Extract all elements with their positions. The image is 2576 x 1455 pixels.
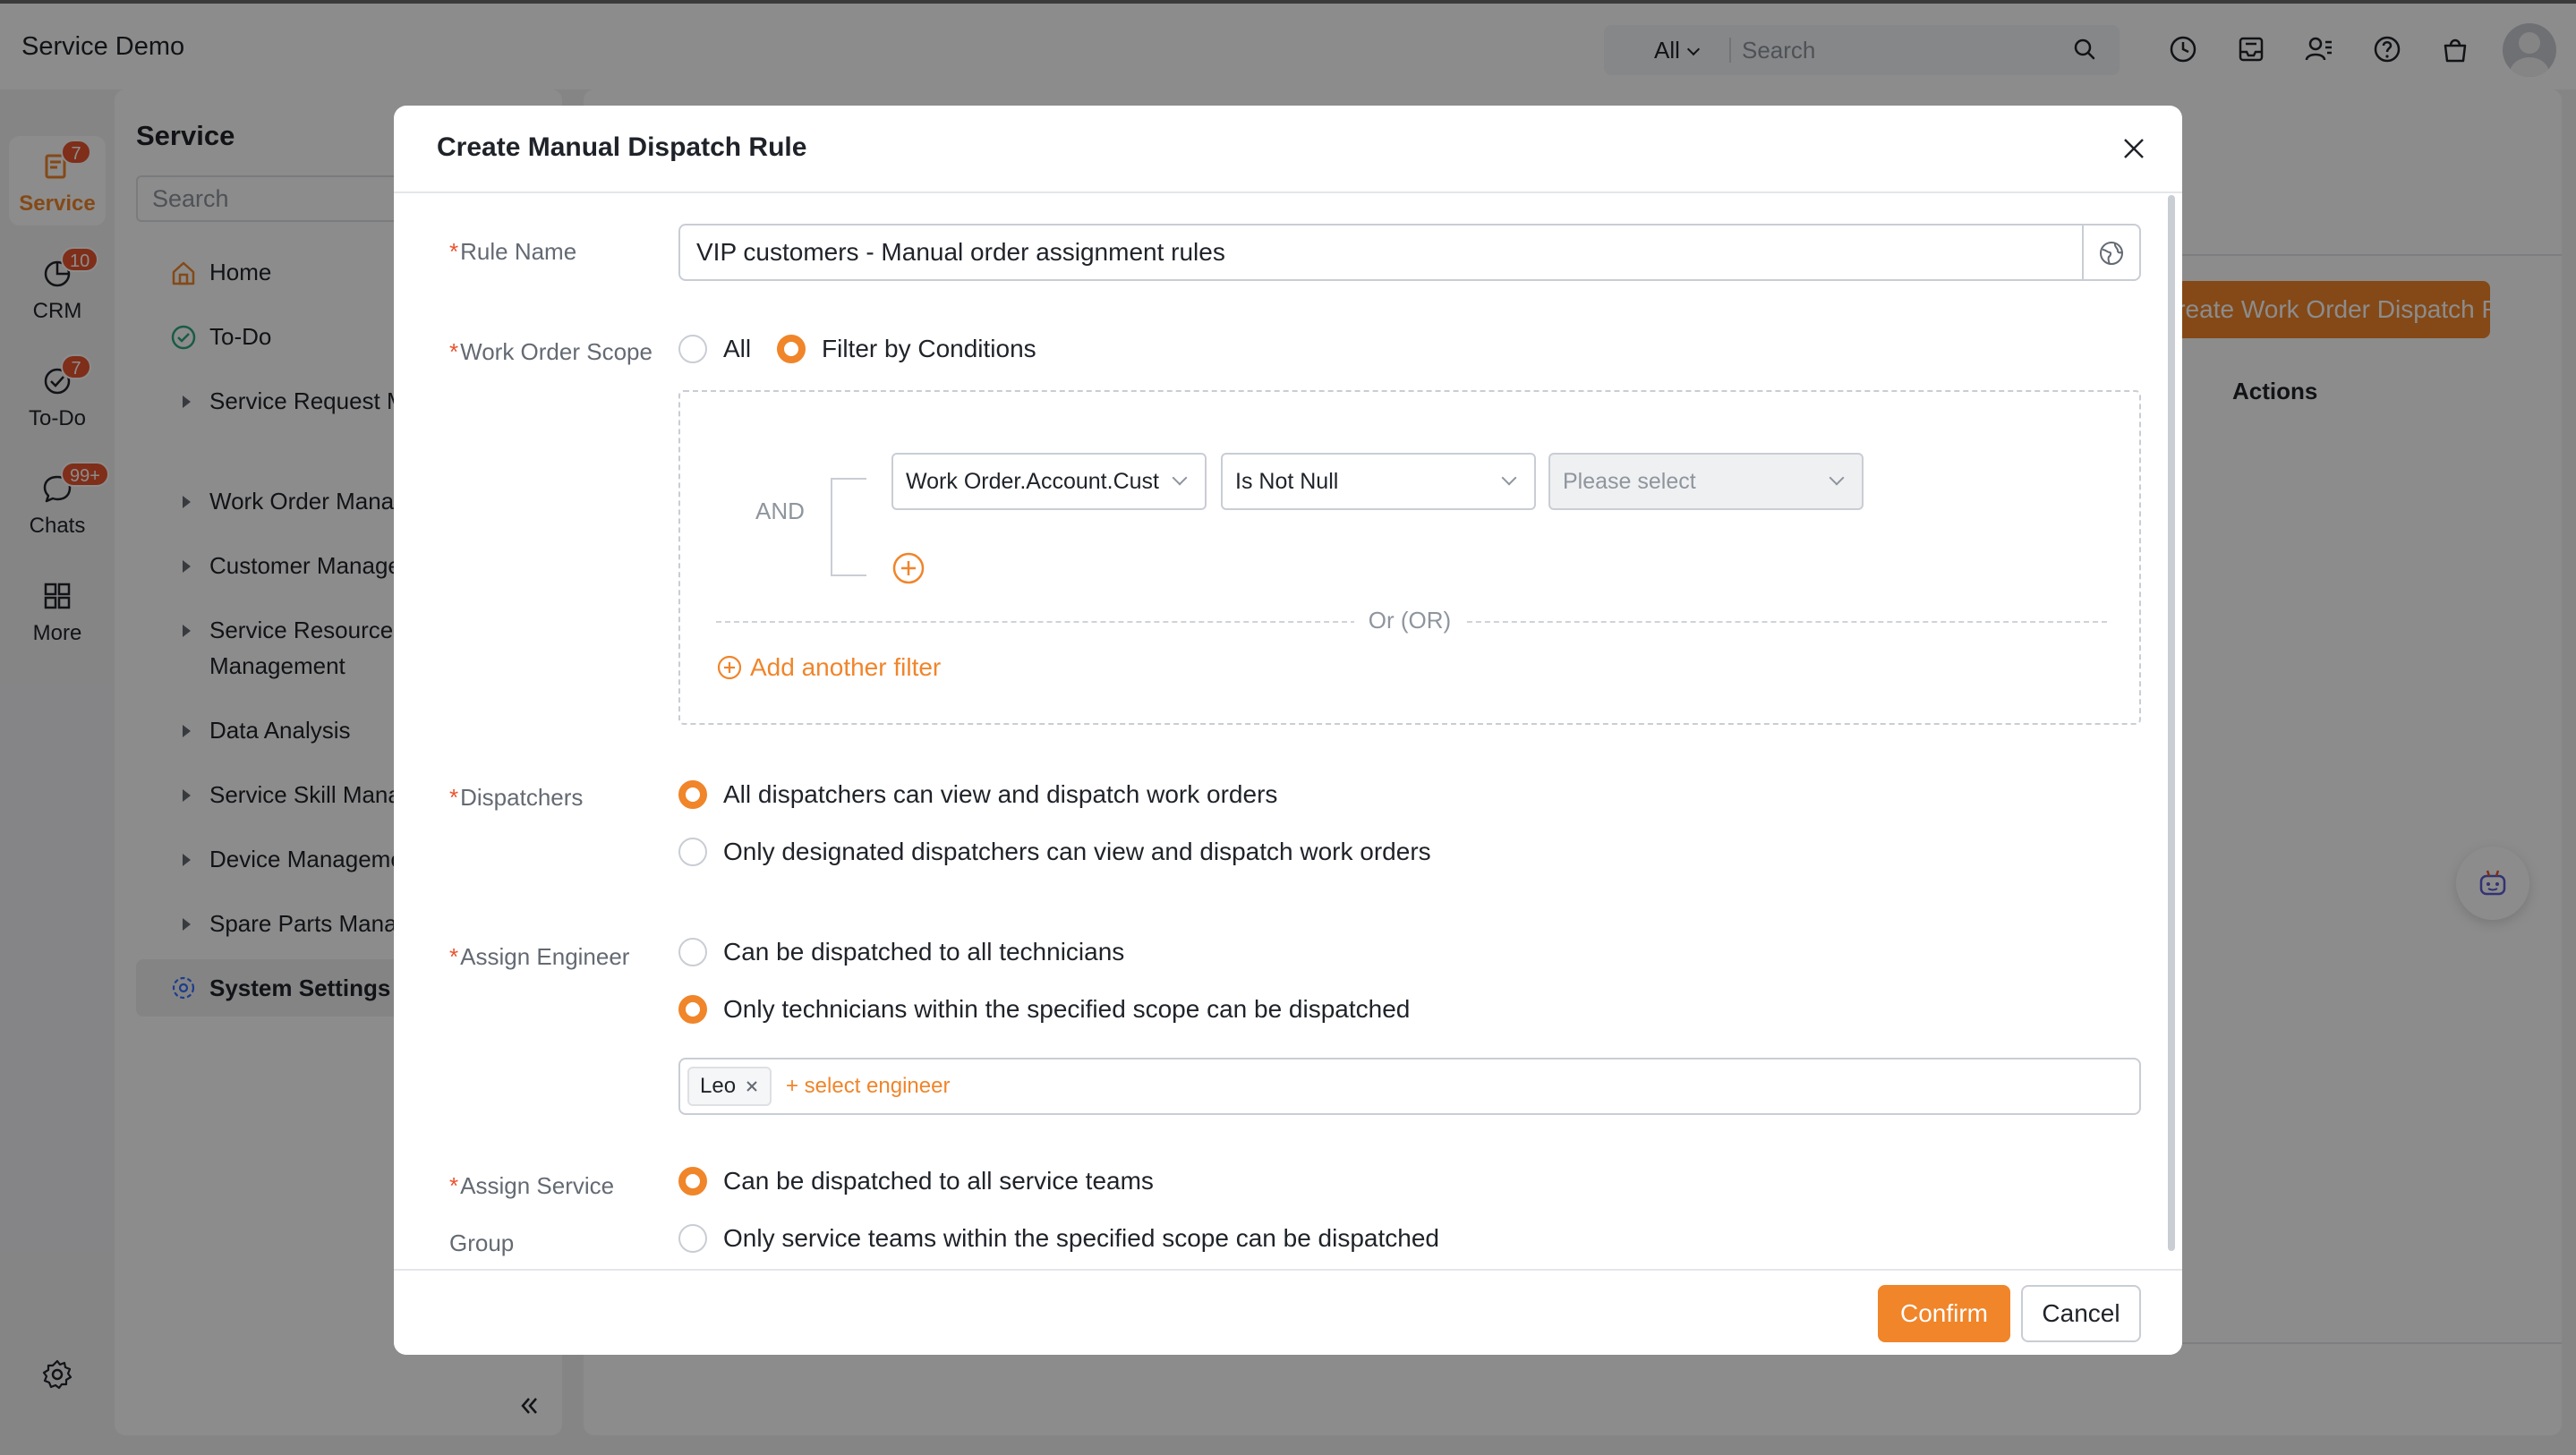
chevron-down-icon [1501,470,1517,486]
service-group-radio-scope[interactable]: Only service teams within the specified … [678,1224,1439,1253]
add-filter-label: Add another filter [750,653,942,681]
radio-circle [678,838,707,866]
engineer-radio-all[interactable]: Can be dispatched to all technicians [678,938,1124,966]
radio-label: Only technicians within the specified sc… [723,995,1411,1023]
radio-label: All dispatchers can view and dispatch wo… [723,780,1278,808]
select-value: Is Not Null [1235,469,1339,494]
modal-footer: Confirm Cancel [394,1269,2182,1355]
assign-engineer-label-text: Assign Engineer [460,943,630,970]
or-label: Or (OR) [1353,607,1466,634]
dispatchers-label-text: Dispatchers [460,784,584,811]
modal-scrollbar[interactable] [2168,195,2175,1251]
condition-value-select: Please select [1548,453,1864,510]
dispatchers-radio-all[interactable]: All dispatchers can view and dispatch wo… [678,780,1277,809]
engineer-tag: Leo [687,1067,772,1106]
required-marker: * [449,238,459,265]
work-order-scope-label: *Work Order Scope [449,338,653,366]
add-another-filter-link[interactable]: Add another filter [716,653,941,682]
cancel-button[interactable]: Cancel [2021,1285,2141,1342]
add-condition-plus-icon[interactable] [891,551,925,585]
tag-remove-icon[interactable] [745,1079,759,1093]
confirm-button[interactable]: Confirm [1878,1285,2010,1342]
select-placeholder: Please select [1563,469,1696,494]
engineer-select-field[interactable]: Leo + select engineer [678,1058,2141,1115]
rule-name-label: *Rule Name [449,238,576,266]
translate-button[interactable] [2082,225,2139,279]
globe-icon [2100,242,2123,265]
logic-and-label: AND [755,498,805,524]
required-marker: * [449,943,459,970]
radio-circle [678,1224,707,1253]
service-group-radio-all[interactable]: Can be dispatched to all service teams [678,1167,1154,1195]
tag-label: Leo [700,1074,737,1098]
select-value: Work Order.Account.Cust [906,469,1159,494]
work-order-scope-label-text: Work Order Scope [460,338,653,365]
assign-service-group-label-line2: Group [449,1230,515,1256]
required-marker: * [449,1172,459,1199]
required-marker: * [449,338,459,365]
create-manual-dispatch-rule-dialog: Create Manual Dispatch Rule *Rule Name *… [394,106,2182,1355]
chevron-down-icon [1829,470,1845,486]
assign-service-group-label: *Assign Service [449,1172,614,1200]
dispatchers-radio-designated[interactable]: Only designated dispatchers can view and… [678,838,1431,866]
plus-circle-icon [717,655,742,680]
radio-circle [678,938,707,966]
radio-label: Can be dispatched to all service teams [723,1167,1154,1195]
assign-engineer-label: *Assign Engineer [449,943,629,971]
assign-service-group-label-text: Assign Service [460,1172,615,1199]
dispatchers-label: *Dispatchers [449,784,583,812]
rule-name-input[interactable] [696,233,2048,272]
condition-operator-select[interactable]: Is Not Null [1221,453,1536,510]
filter-conditions-box: AND Work Order.Account.Cust Is Not Null … [678,390,2141,725]
radio-circle [678,995,707,1024]
radio-label: Only designated dispatchers can view and… [723,838,1431,865]
radio-circle [678,335,707,363]
radio-label: All [723,335,752,362]
radio-label: Only service teams within the specified … [723,1224,1439,1252]
rule-name-label-text: Rule Name [460,238,577,265]
radio-circle [678,1167,707,1195]
radio-label: Filter by Conditions [822,335,1036,362]
radio-label: Can be dispatched to all technicians [723,938,1125,966]
close-icon[interactable] [2120,134,2148,163]
select-engineer-link[interactable]: + select engineer [786,1074,950,1099]
chevron-down-icon [1172,470,1188,486]
modal-header: Create Manual Dispatch Rule [394,106,2182,193]
scope-radio-all[interactable]: All [678,335,751,363]
logic-bracket [831,478,866,576]
required-marker: * [449,784,459,811]
engineer-radio-scope[interactable]: Only technicians within the specified sc… [678,995,1410,1024]
rule-name-field [678,224,2141,281]
scope-radio-filter[interactable]: Filter by Conditions [777,335,1036,363]
radio-circle [678,780,707,809]
or-divider: Or (OR) [680,607,2139,634]
condition-field-select[interactable]: Work Order.Account.Cust [891,453,1207,510]
radio-circle [777,335,806,363]
modal-title: Create Manual Dispatch Rule [437,132,807,162]
